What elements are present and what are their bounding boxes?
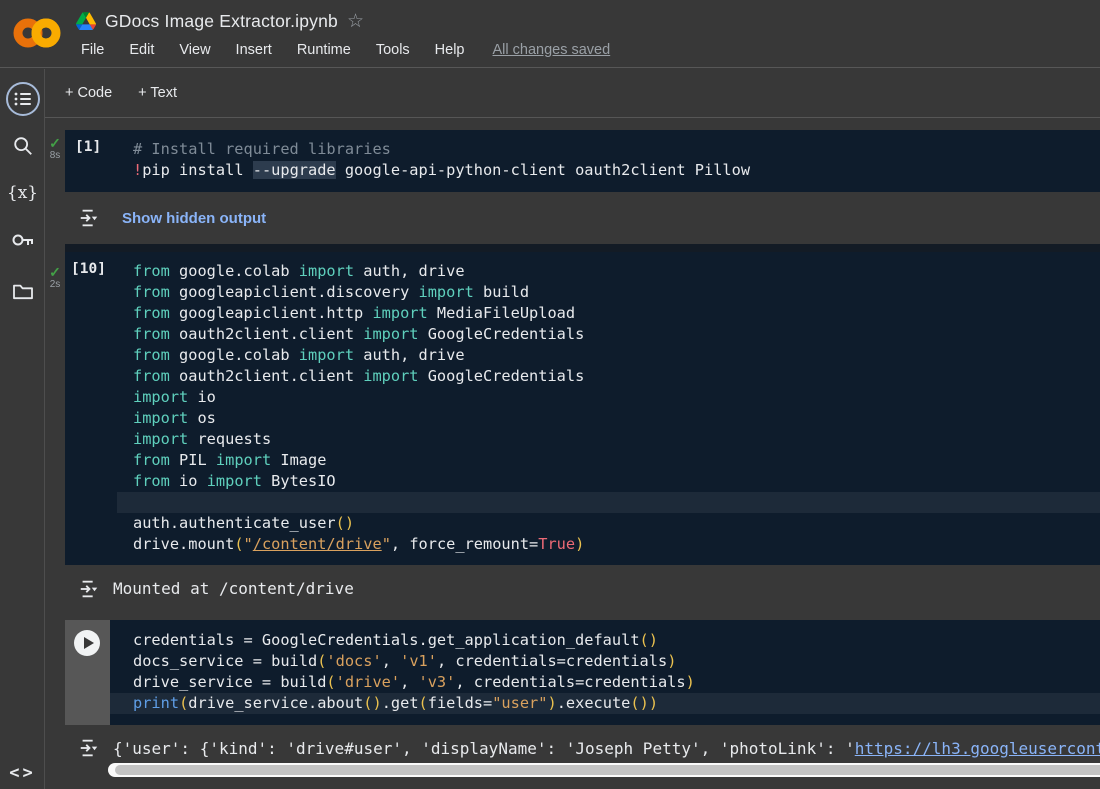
- menubar-items: File Edit View Insert Runtime Tools Help: [76, 40, 485, 60]
- code-cell-2[interactable]: [10] from google.colab import auth, driv…: [65, 252, 1100, 565]
- code-cell-1[interactable]: [1] # Install required libraries!pip ins…: [65, 130, 1100, 192]
- files-folder-icon[interactable]: [0, 282, 45, 300]
- menu-item-edit[interactable]: Edit: [124, 40, 159, 60]
- code-line[interactable]: print(drive_service.about().get(fields="…: [110, 693, 1100, 714]
- play-icon: [84, 637, 94, 649]
- search-icon[interactable]: [0, 135, 45, 157]
- code-line[interactable]: import os: [117, 408, 1100, 429]
- code-line[interactable]: from google.colab import auth, drive: [117, 345, 1100, 366]
- add-text-button[interactable]: + Text: [138, 85, 177, 101]
- menu-item-tools[interactable]: Tools: [371, 40, 415, 60]
- success-check-icon: ✓: [45, 265, 65, 279]
- code-line[interactable]: import requests: [117, 429, 1100, 450]
- code-line[interactable]: from io import BytesIO: [117, 471, 1100, 492]
- output-link[interactable]: https://lh3.googleusercontent: [855, 739, 1100, 758]
- variables-icon[interactable]: {x}: [0, 183, 45, 203]
- output-text-segment: Mounted at /content/drive: [113, 579, 354, 598]
- show-hidden-output-link[interactable]: Show hidden output: [122, 210, 266, 227]
- star-icon[interactable]: ☆: [347, 12, 364, 31]
- run-cell-button[interactable]: [74, 630, 100, 656]
- execution-count: [1]: [75, 139, 101, 155]
- output-text: Mounted at /content/drive: [113, 579, 354, 598]
- notebook-area: + Code + Text ✓ 8s [1] # Install require…: [45, 68, 1100, 789]
- code-line[interactable]: from googleapiclient.discovery import bu…: [117, 282, 1100, 303]
- cell2-output: Mounted at /content/drive: [65, 565, 1100, 612]
- menubar: File Edit View Insert Runtime Tools Help All c…: [76, 40, 610, 60]
- menu-item-help[interactable]: Help: [430, 40, 470, 60]
- cell3-gutter: [65, 620, 110, 725]
- code-line[interactable]: !pip install --upgrade google-api-python…: [117, 160, 1100, 181]
- output-text: {'user': {'kind': 'drive#user', 'display…: [113, 739, 1100, 758]
- code-line[interactable]: [117, 492, 1100, 513]
- code-line[interactable]: import io: [117, 387, 1100, 408]
- menu-item-insert[interactable]: Insert: [231, 40, 277, 60]
- output-text-segment: {'user': {'kind': 'drive#user', 'display…: [113, 739, 855, 758]
- code-line[interactable]: from oauth2client.client import GoogleCr…: [117, 366, 1100, 387]
- code-line[interactable]: drive.mount("/content/drive", force_remo…: [117, 534, 1100, 555]
- table-of-contents-icon[interactable]: [0, 82, 45, 116]
- code-line[interactable]: auth.authenticate_user(): [117, 513, 1100, 534]
- code-line[interactable]: from oauth2client.client import GoogleCr…: [117, 324, 1100, 345]
- cell3-output: {'user': {'kind': 'drive#user', 'display…: [65, 735, 1100, 761]
- code-line[interactable]: credentials = GoogleCredentials.get_appl…: [110, 630, 1100, 651]
- save-status[interactable]: All changes saved: [493, 42, 611, 58]
- code-line[interactable]: # Install required libraries: [117, 139, 1100, 160]
- cell3-editor[interactable]: credentials = GoogleCredentials.get_appl…: [110, 620, 1100, 725]
- code-line[interactable]: drive_service = build('drive', 'v3', cre…: [110, 672, 1100, 693]
- code-line[interactable]: from googleapiclient.http import MediaFi…: [117, 303, 1100, 324]
- colab-app: GDocs Image Extractor.ipynb ☆ File Edit Vi…: [0, 0, 1100, 789]
- cell2-status: ✓ 2s: [45, 265, 65, 291]
- cell1-duration: 8s: [45, 150, 65, 162]
- code-line[interactable]: from google.colab import auth, drive: [117, 261, 1100, 282]
- code-line[interactable]: from PIL import Image: [117, 450, 1100, 471]
- output-icon[interactable]: [78, 578, 100, 600]
- cell1-status: ✓ 8s: [45, 136, 65, 162]
- colab-logo-icon[interactable]: [12, 16, 62, 50]
- header: GDocs Image Extractor.ipynb ☆ File Edit Vi…: [0, 0, 1100, 68]
- cell2-duration: 2s: [45, 279, 65, 291]
- secrets-key-icon[interactable]: [0, 232, 45, 248]
- output-icon[interactable]: [78, 737, 100, 759]
- code-line[interactable]: docs_service = build('docs', 'v1', crede…: [110, 651, 1100, 672]
- execution-count: [10]: [71, 261, 106, 277]
- cell-toolbar: + Code + Text: [45, 68, 1100, 118]
- horizontal-scrollbar-thumb[interactable]: [115, 765, 1100, 775]
- output-icon[interactable]: [78, 207, 100, 229]
- cell-divider: [65, 244, 1100, 252]
- sidebar: {x} <>: [0, 69, 45, 789]
- add-code-button[interactable]: + Code: [65, 85, 112, 101]
- menu-item-file[interactable]: File: [76, 40, 109, 60]
- success-check-icon: ✓: [45, 136, 65, 150]
- notebook-title[interactable]: GDocs Image Extractor.ipynb: [105, 11, 338, 32]
- menu-item-view[interactable]: View: [174, 40, 215, 60]
- menu-item-runtime[interactable]: Runtime: [292, 40, 356, 60]
- horizontal-scrollbar: [108, 763, 1100, 777]
- drive-icon: [76, 12, 96, 30]
- code-cell-3: credentials = GoogleCredentials.get_appl…: [65, 620, 1100, 725]
- code-snippets-icon[interactable]: <>: [0, 763, 45, 783]
- cell1-output: Show hidden output: [65, 192, 1100, 244]
